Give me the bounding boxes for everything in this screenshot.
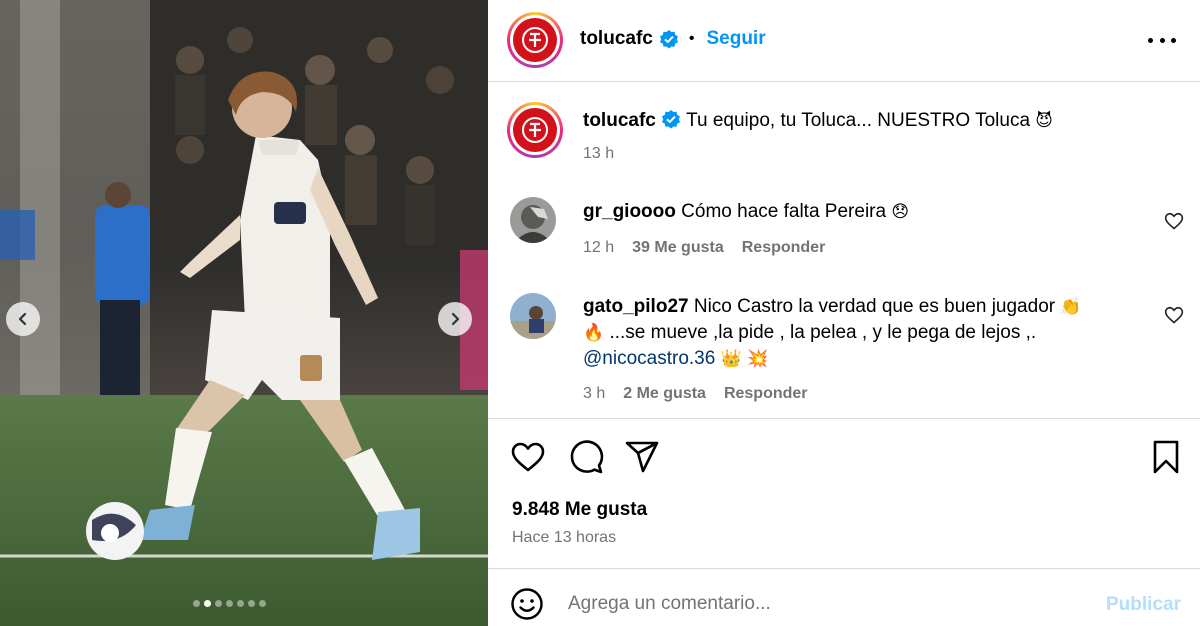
verified-badge-icon (662, 110, 681, 129)
carousel-dot (193, 600, 200, 607)
comment-input[interactable] (568, 591, 1068, 617)
caption: tolucafc Tu equipo, tu Toluca... NUESTRO… (583, 108, 1053, 134)
post-photo (0, 0, 488, 626)
heart-icon[interactable] (510, 439, 546, 475)
comment-like-heart-icon[interactable] (1164, 305, 1184, 325)
comment-text: ...se mueve ,la pide , la pelea , y le p… (609, 322, 1037, 343)
comment: gr_gioooo Cómo hace falta Pereira 😞 (583, 199, 909, 225)
post-actions: 9.848 Me gusta Hace 13 horas (488, 418, 1200, 568)
comment-likes[interactable]: 2 Me gusta (623, 385, 706, 403)
comment-avatar[interactable] (510, 293, 556, 339)
post-header: tolucafc • Seguir (488, 0, 1200, 82)
chevron-right-icon (451, 312, 460, 326)
club-logo (513, 18, 557, 62)
comment-likes[interactable]: 39 Me gusta (632, 239, 724, 257)
reply-button[interactable]: Responder (724, 385, 808, 403)
caption-time[interactable]: 13 h (583, 145, 614, 163)
comment-time[interactable]: 12 h (583, 239, 614, 257)
club-logo (513, 108, 557, 152)
carousel-dot (204, 600, 211, 607)
caption-avatar[interactable] (507, 102, 563, 158)
share-icon[interactable] (624, 439, 660, 475)
bookmark-icon[interactable] (1148, 439, 1184, 475)
post-timestamp: Hace 13 horas (512, 529, 617, 546)
crown-emoji: 👑 (720, 349, 742, 369)
carousel-dot (248, 600, 255, 607)
comment-username[interactable]: gato_pilo27 (583, 296, 689, 317)
post-media[interactable] (0, 0, 488, 626)
follow-button[interactable]: Seguir (706, 28, 765, 50)
comment-like-heart-icon[interactable] (1164, 211, 1184, 231)
devil-emoji: 😈 (1035, 111, 1054, 131)
chevron-left-icon (18, 312, 27, 326)
caption-text: Tu equipo, tu Toluca... NUESTRO Toluca (686, 110, 1031, 131)
emoji-icon[interactable] (510, 587, 544, 621)
collision-emoji: 💥 (747, 349, 769, 369)
carousel-dot (259, 600, 266, 607)
mention-link[interactable]: @nicocastro.36 (583, 348, 715, 369)
carousel-indicator (193, 600, 266, 607)
comment-composer: Publicar (488, 568, 1200, 626)
avatar[interactable] (507, 12, 563, 68)
username[interactable]: tolucafc (580, 28, 653, 50)
verified-badge-icon (659, 30, 678, 49)
disappointed-emoji: 😞 (891, 202, 910, 222)
likes-count[interactable]: 9.848 Me gusta (512, 499, 647, 521)
comment-username[interactable]: gr_gioooo (583, 201, 676, 222)
comment-icon[interactable] (568, 439, 604, 475)
carousel-prev-button[interactable] (6, 302, 40, 336)
carousel-next-button[interactable] (438, 302, 472, 336)
reply-button[interactable]: Responder (742, 239, 826, 257)
clap-emoji: 👏 (1060, 297, 1082, 317)
comments-list[interactable]: tolucafc Tu equipo, tu Toluca... NUESTRO… (488, 83, 1200, 418)
publish-button[interactable]: Publicar (1106, 594, 1181, 616)
comment-time[interactable]: 3 h (583, 385, 605, 403)
comment-avatar[interactable] (510, 197, 556, 243)
carousel-dot (226, 600, 233, 607)
comment: gato_pilo27 Nico Castro la verdad que es… (583, 294, 1123, 372)
header-user: tolucafc • Seguir (580, 28, 766, 50)
fire-emoji: 🔥 (583, 323, 605, 343)
caption-username[interactable]: tolucafc (583, 110, 656, 131)
post-details-panel: tolucafc • Seguir tolucafc Tu equipo, tu… (488, 0, 1200, 626)
carousel-dot (215, 600, 222, 607)
carousel-dot (237, 600, 244, 607)
comment-text: Nico Castro la verdad que es buen jugado… (693, 296, 1056, 317)
more-options-icon[interactable] (1148, 28, 1176, 52)
comment-meta: 12 h 39 Me gusta Responder (583, 239, 825, 257)
separator-dot: • (688, 30, 695, 47)
comment-meta: 3 h 2 Me gusta Responder (583, 385, 808, 403)
caption-meta: 13 h (583, 145, 614, 163)
comment-text: Cómo hace falta Pereira (681, 201, 887, 222)
